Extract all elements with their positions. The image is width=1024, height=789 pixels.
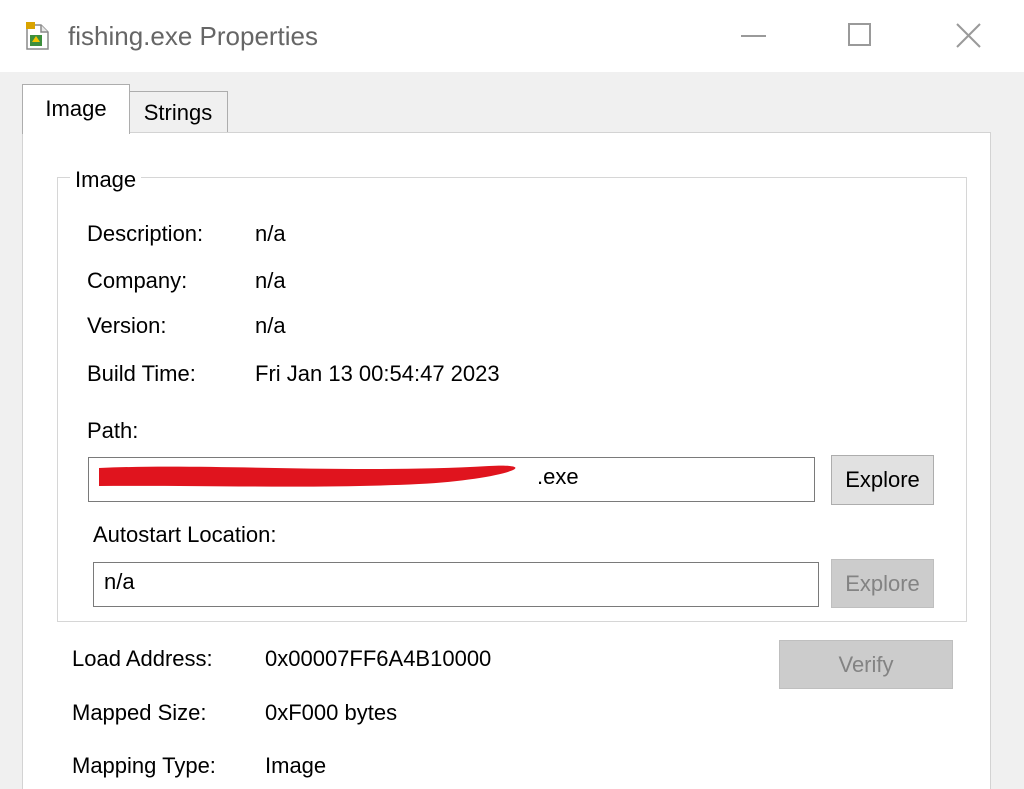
autostart-location-field[interactable]: n/a: [93, 562, 819, 607]
window-title: fishing.exe Properties: [68, 21, 319, 51]
tab-strings[interactable]: Strings: [128, 91, 228, 132]
version-label: Version:: [87, 313, 167, 338]
path-field[interactable]: .exe: [88, 457, 815, 502]
version-value: n/a: [255, 313, 286, 338]
verify-button[interactable]: Verify: [779, 640, 953, 689]
autostart-explore-button[interactable]: Explore: [831, 559, 934, 608]
close-icon: [956, 23, 981, 48]
build-time-label: Build Time:: [87, 361, 196, 386]
load-address-value: 0x00007FF6A4B10000: [265, 646, 492, 671]
company-value: n/a: [255, 268, 286, 293]
load-address-label: Load Address:: [72, 646, 213, 671]
maximize-icon: [848, 23, 871, 46]
title-bar[interactable]: fishing.exe Properties: [0, 0, 1024, 72]
minimize-button[interactable]: [718, 12, 788, 60]
tab-image[interactable]: Image: [22, 84, 130, 134]
autostart-location-value: n/a: [104, 569, 135, 594]
path-redaction-mark: [99, 465, 516, 487]
minimize-icon: [741, 35, 766, 37]
description-value: n/a: [255, 221, 286, 246]
mapped-size-value: 0xF000 bytes: [265, 700, 398, 725]
close-button[interactable]: [934, 12, 1004, 60]
mapping-type-label: Mapping Type:: [72, 753, 216, 778]
company-label: Company:: [87, 268, 188, 293]
path-explore-button[interactable]: Explore: [831, 455, 934, 505]
mapped-size-label: Mapped Size:: [72, 700, 207, 725]
image-groupbox-label: Image: [70, 166, 142, 194]
maximize-button[interactable]: [824, 12, 894, 60]
mapping-type-value: Image: [265, 753, 327, 778]
build-time-value: Fri Jan 13 00:54:47 2023: [255, 361, 500, 386]
description-label: Description:: [87, 221, 204, 246]
application-icon: [26, 22, 49, 50]
path-label: Path:: [87, 418, 139, 443]
autostart-location-label: Autostart Location:: [93, 522, 277, 547]
properties-window: fishing.exe Properties Image Strings Ima…: [0, 0, 1024, 789]
